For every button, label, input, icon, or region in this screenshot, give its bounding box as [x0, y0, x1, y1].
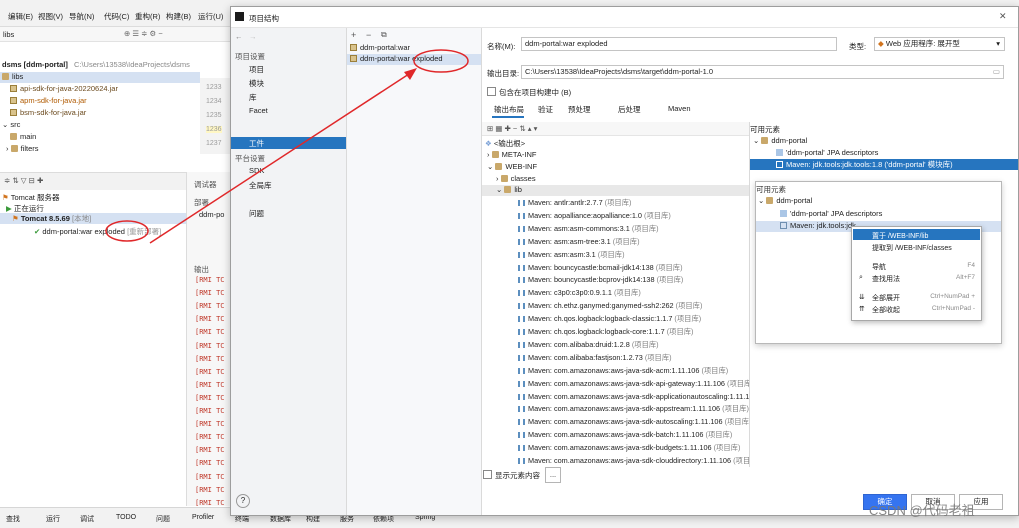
- annotation-circle-dialog: [413, 49, 469, 73]
- annotation-arrow-line: [149, 71, 413, 244]
- annotation-overlay: [105, 49, 469, 244]
- watermark: CSDN @代码老祖: [869, 503, 975, 518]
- annotation-arrow-head: [404, 68, 417, 80]
- annotation-circle-services: [105, 220, 149, 242]
